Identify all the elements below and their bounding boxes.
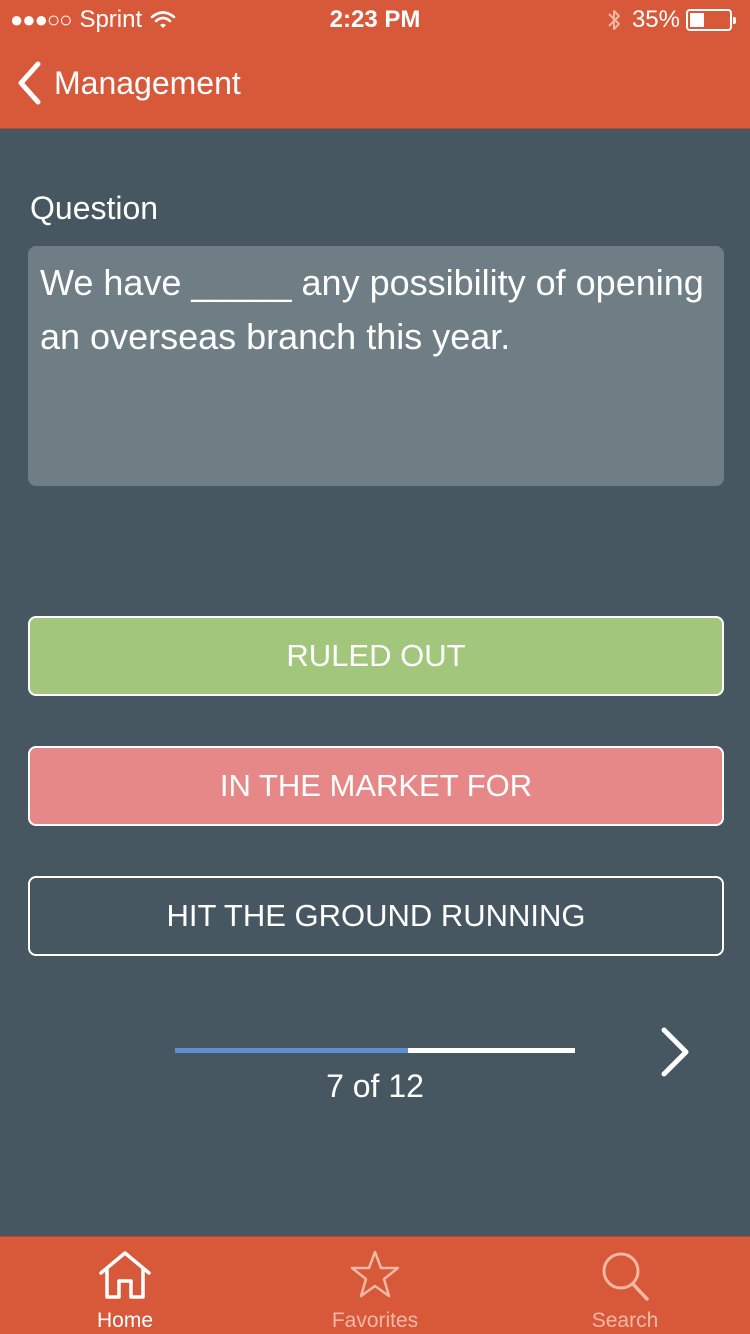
answer-option-2[interactable]: IN THE MARKET FOR <box>28 746 724 826</box>
back-button-label: Management <box>54 64 241 101</box>
next-question-button[interactable] <box>652 1024 698 1080</box>
home-icon <box>99 1251 151 1299</box>
tab-search-label: Search <box>591 1309 659 1332</box>
answer-option-1[interactable]: RULED OUT <box>28 616 724 696</box>
battery-percentage: 35% <box>631 6 680 33</box>
answer-option-3[interactable]: HIT THE GROUND RUNNING <box>28 876 724 956</box>
progress-counter: 7 of 12 <box>326 1068 424 1104</box>
question-text: We have _____ any possibility of opening… <box>28 246 724 486</box>
search-icon <box>602 1252 649 1301</box>
chevron-left-icon <box>18 61 41 105</box>
tab-search[interactable]: Search <box>500 1237 750 1334</box>
status-bar: ●●●○○ Sprint 2:23 PM 35% <box>0 0 750 40</box>
question-heading: Question <box>30 190 159 226</box>
tab-bar: Home Favorites Search <box>0 1236 750 1334</box>
tab-favorites[interactable]: Favorites <box>250 1237 500 1334</box>
chevron-right-icon <box>661 1027 689 1077</box>
answer-option-label: HIT THE GROUND RUNNING <box>166 898 586 933</box>
answer-option-label: RULED OUT <box>286 638 466 673</box>
battery-level <box>690 13 704 27</box>
status-right: 35% <box>606 6 736 34</box>
tab-home-label: Home <box>96 1309 154 1332</box>
progress-bar-fill <box>175 1048 409 1053</box>
progress-bar <box>175 1048 575 1053</box>
star-icon <box>350 1250 400 1298</box>
back-button[interactable]: Management <box>14 60 241 106</box>
navigation-bar: Management <box>0 40 750 129</box>
bluetooth-icon <box>608 10 620 30</box>
battery-icon <box>686 9 736 31</box>
tab-favorites-label: Favorites <box>331 1309 419 1332</box>
answer-option-label: IN THE MARKET FOR <box>219 768 533 803</box>
tab-home[interactable]: Home <box>0 1237 250 1334</box>
